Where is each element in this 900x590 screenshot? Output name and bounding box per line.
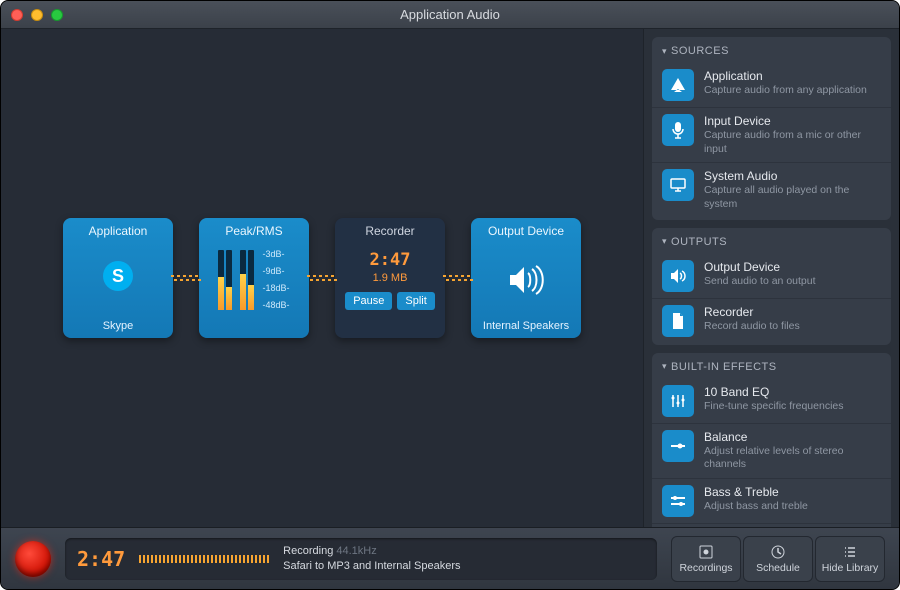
- block-title: Peak/RMS: [225, 224, 282, 238]
- sidebar-library: SOURCES ApplicationCapture audio from an…: [643, 29, 899, 527]
- connector: [171, 275, 201, 281]
- output-output-device[interactable]: Output DeviceSend audio to an output: [652, 254, 891, 298]
- source-application[interactable]: ApplicationCapture audio from any applic…: [652, 63, 891, 107]
- titlebar: Application Audio: [1, 1, 899, 29]
- audio-chain: Application S Skype Peak/RMS: [63, 218, 581, 338]
- effect-bass-treble[interactable]: Bass & TrebleAdjust bass and treble: [652, 478, 891, 523]
- footer-bar: 2:47 Recording 44.1kHz Safari to MP3 and…: [1, 527, 899, 589]
- recorder-time: 2:47: [370, 250, 411, 270]
- panel-heading[interactable]: SOURCES: [652, 43, 891, 63]
- speaker-icon: [662, 260, 694, 292]
- window-title: Application Audio: [1, 7, 899, 22]
- app-icon: [662, 69, 694, 101]
- source-input-device[interactable]: Input DeviceCapture audio from a mic or …: [652, 107, 891, 162]
- block-output-device[interactable]: Output Device Internal Speakers: [471, 218, 581, 338]
- file-icon: [662, 305, 694, 337]
- source-system-audio[interactable]: System AudioCapture all audio played on …: [652, 162, 891, 217]
- speaker-icon: [506, 263, 546, 297]
- status-time: 2:47: [77, 547, 125, 571]
- eq-icon: [662, 385, 694, 417]
- skype-icon: S: [103, 261, 133, 291]
- recordings-button[interactable]: Recordings: [671, 536, 741, 582]
- record-button[interactable]: [15, 541, 51, 577]
- connector: [443, 275, 473, 281]
- block-title: Application: [89, 224, 148, 238]
- db-ticks: -3dB- -9dB- -18dB- -48dB-: [262, 250, 289, 310]
- status-panel: 2:47 Recording 44.1kHz Safari to MP3 and…: [65, 538, 657, 580]
- hide-library-button[interactable]: Hide Library: [815, 536, 885, 582]
- effect-10-band-eq[interactable]: 10 Band EQFine-tune specific frequencies: [652, 379, 891, 423]
- panel-heading[interactable]: BUILT-IN EFFECTS: [652, 359, 891, 379]
- sliders-icon: [662, 485, 694, 517]
- output-recorder[interactable]: RecorderRecord audio to files: [652, 298, 891, 343]
- balance-icon: [662, 430, 694, 462]
- block-recorder[interactable]: Recorder 2:47 1.9 MB Pause Split: [335, 218, 445, 338]
- block-peak-rms[interactable]: Peak/RMS -3dB- -9dB- -18dB-: [199, 218, 309, 338]
- pause-button[interactable]: Pause: [345, 292, 392, 310]
- block-title: Recorder: [365, 224, 414, 238]
- level-meters: [218, 250, 254, 310]
- waveform-icon: [139, 549, 269, 569]
- block-application[interactable]: Application S Skype: [63, 218, 173, 338]
- panel-heading[interactable]: OUTPUTS: [652, 234, 891, 254]
- app-window: Application Audio Application S Skype Pe…: [0, 0, 900, 590]
- split-button[interactable]: Split: [397, 292, 434, 310]
- effect-balance[interactable]: BalanceAdjust relative levels of stereo …: [652, 423, 891, 478]
- canvas[interactable]: Application S Skype Peak/RMS: [1, 29, 643, 527]
- clock-icon: [769, 544, 787, 560]
- connector: [307, 275, 337, 281]
- block-label: Skype: [103, 320, 134, 332]
- block-title: Output Device: [488, 224, 564, 238]
- sample-rate: 44.1kHz: [336, 545, 376, 557]
- recorder-size: 1.9 MB: [373, 272, 408, 284]
- panel-effects: BUILT-IN EFFECTS 10 Band EQFine-tune spe…: [652, 353, 891, 527]
- status-label: Recording: [283, 545, 333, 557]
- panel-sources: SOURCES ApplicationCapture audio from an…: [652, 37, 891, 220]
- microphone-icon: [662, 114, 694, 146]
- block-label: Internal Speakers: [483, 320, 569, 332]
- monitor-icon: [662, 169, 694, 201]
- panel-outputs: OUTPUTS Output DeviceSend audio to an ou…: [652, 228, 891, 345]
- recordings-icon: [697, 544, 715, 560]
- route-label: Safari to MP3 and Internal Speakers: [283, 559, 460, 574]
- list-icon: [841, 544, 859, 560]
- schedule-button[interactable]: Schedule: [743, 536, 813, 582]
